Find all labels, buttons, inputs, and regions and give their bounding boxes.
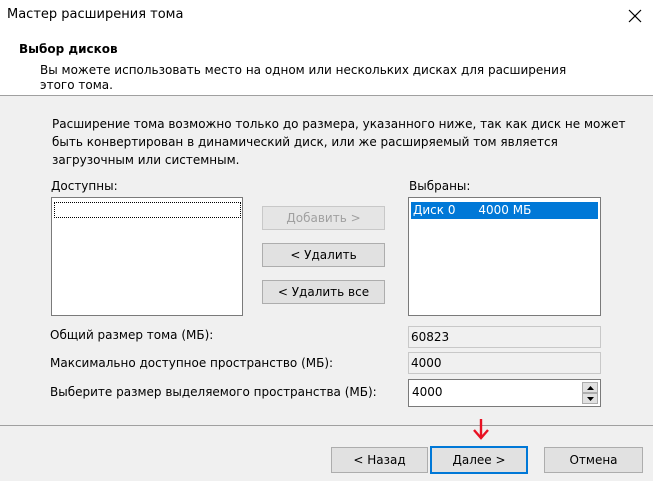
back-button[interactable]: < Назад [331, 447, 428, 473]
description-text: Расширение тома возможно только до разме… [52, 117, 626, 167]
window-title: Мастер расширения тома [7, 7, 184, 22]
available-disks-list[interactable] [51, 197, 243, 316]
wizard-header: Выбор дисков Вы можете использовать мест… [0, 32, 653, 96]
list-item[interactable]: Диск 0 4000 МБ [411, 202, 598, 219]
spin-up-button[interactable] [582, 382, 598, 393]
total-size-field: 60823 [408, 326, 601, 348]
selected-disks-list[interactable]: Диск 0 4000 МБ [408, 197, 601, 316]
spin-down-icon [586, 396, 594, 401]
next-button[interactable]: Далее > [430, 446, 528, 474]
remove-button[interactable]: < Удалить [262, 243, 385, 267]
list-focus-rect [54, 202, 241, 218]
spin-down-button[interactable] [582, 393, 598, 404]
disk-name: Диск 0 [413, 203, 456, 217]
cancel-button[interactable]: Отмена [544, 447, 643, 473]
close-button[interactable] [623, 4, 647, 28]
max-space-label: Максимально доступное пространство (МБ): [50, 356, 334, 370]
selected-label: Выбраны: [409, 179, 471, 193]
footer-divider [0, 425, 653, 426]
choose-size-label: Выберите размер выделяемого пространства… [50, 385, 377, 399]
available-label: Доступны: [51, 179, 118, 193]
red-down-arrow-icon [473, 419, 489, 440]
header-title: Выбор дисков [19, 42, 118, 56]
spin-up-icon [586, 385, 594, 390]
remove-all-button[interactable]: < Удалить все [262, 280, 385, 304]
add-button[interactable]: Добавить > [262, 206, 385, 230]
size-stepper[interactable]: 4000 [408, 379, 601, 407]
max-space-field: 4000 [408, 352, 601, 374]
total-size-label: Общий размер тома (МБ): [50, 328, 214, 342]
size-stepper-value[interactable]: 4000 [412, 385, 443, 399]
title-bar: Мастер расширения тома [0, 0, 653, 32]
close-icon [628, 9, 642, 23]
header-subtitle: Вы можете использовать место на одном ил… [40, 63, 567, 92]
disk-size: 4000 МБ [478, 203, 532, 217]
